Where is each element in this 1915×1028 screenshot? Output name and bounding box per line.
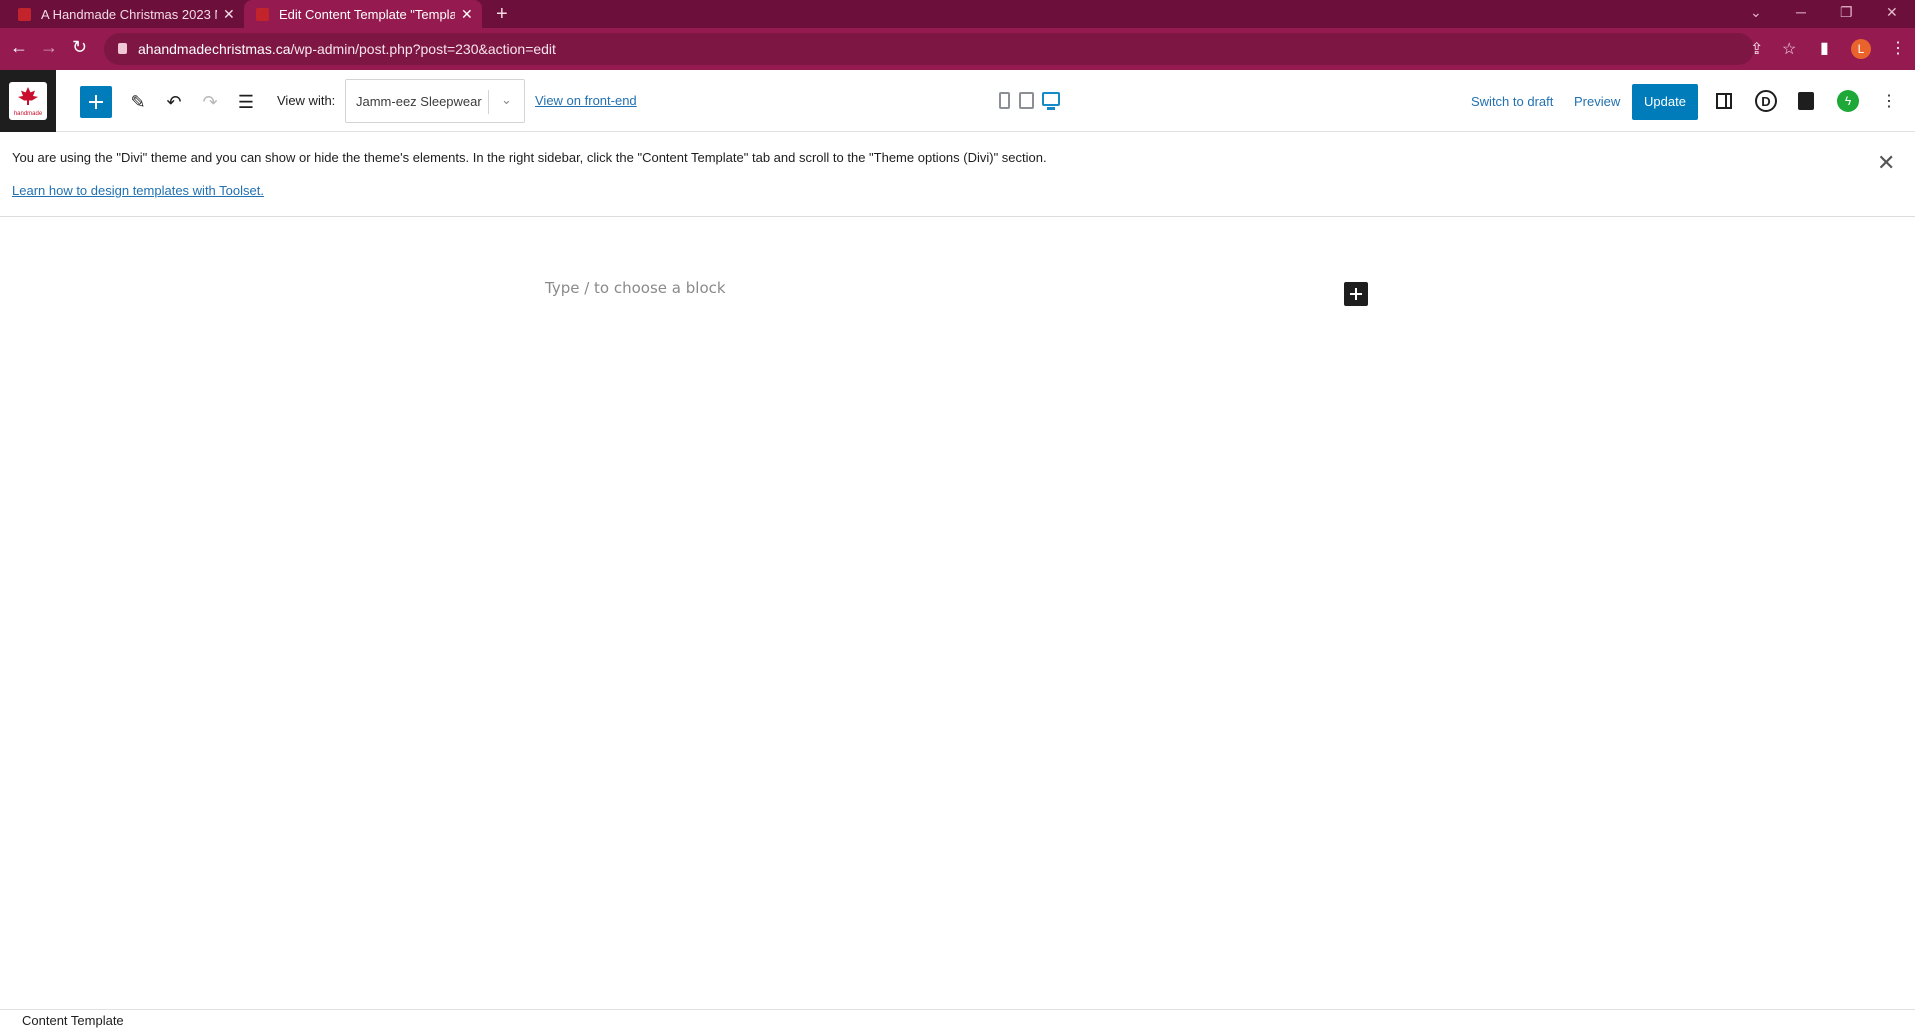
- restore-icon[interactable]: ❐: [1840, 4, 1853, 21]
- site-favicon-icon: [18, 7, 31, 21]
- minimize-icon[interactable]: ─: [1796, 4, 1806, 20]
- edit-pencil-icon[interactable]: ✎: [126, 90, 150, 114]
- preview-button[interactable]: Preview: [1574, 94, 1620, 109]
- url-text: ahandmadechristmas.ca/wp-admin/post.php?…: [138, 41, 556, 57]
- desktop-preview-icon[interactable]: [1042, 92, 1060, 110]
- browser-menu-icon[interactable]: ⋮: [1890, 38, 1906, 58]
- select-separator: [488, 90, 489, 114]
- divi-icon[interactable]: D: [1755, 90, 1777, 112]
- mobile-preview-icon[interactable]: [999, 92, 1010, 109]
- site-logo-text: handmade: [13, 111, 43, 117]
- undo-icon[interactable]: ↶: [162, 90, 186, 114]
- reload-icon[interactable]: ↻: [72, 37, 87, 58]
- block-placeholder[interactable]: Type / to choose a block: [545, 279, 726, 297]
- editor-header: handmade ✎ ↶ ↷ ☰ View with: Jamm-eez Sle…: [0, 70, 1915, 132]
- settings-sidebar-icon[interactable]: [1716, 93, 1732, 109]
- notice-text: You are using the "Divi" theme and you c…: [12, 150, 1047, 165]
- close-window-icon[interactable]: ✕: [1886, 4, 1898, 21]
- address-bar[interactable]: ahandmadechristmas.ca/wp-admin/post.php?…: [104, 33, 1796, 65]
- view-on-front-end-link[interactable]: View on front-end: [535, 93, 637, 108]
- options-menu-icon[interactable]: ⋮: [1877, 89, 1901, 113]
- chevron-down-icon: ⌄: [501, 92, 512, 107]
- add-block-button[interactable]: [1344, 282, 1368, 306]
- bookmark-star-icon[interactable]: ☆: [1782, 39, 1796, 59]
- back-icon[interactable]: ←: [10, 37, 28, 58]
- bolt-icon[interactable]: ϟ: [1837, 90, 1859, 112]
- profile-avatar[interactable]: L: [1851, 39, 1871, 59]
- view-with-select[interactable]: Jamm-eez Sleepwear ⌄: [345, 79, 525, 123]
- tab-close-icon[interactable]: ✕: [461, 6, 473, 23]
- view-with-label: View with:: [277, 93, 336, 108]
- view-with-value: Jamm-eez Sleepwear: [356, 94, 482, 109]
- forward-icon[interactable]: →: [40, 37, 58, 58]
- theme-notice: You are using the "Divi" theme and you c…: [0, 132, 1915, 217]
- maple-leaf-icon: [18, 87, 38, 105]
- tab-title: A Handmade Christmas 2023 Ma: [41, 6, 217, 22]
- redo-icon[interactable]: ↷: [198, 90, 222, 114]
- side-panel-icon[interactable]: ▮: [1820, 38, 1829, 58]
- tab-title: Edit Content Template "Template: [279, 6, 455, 22]
- site-logo-image: handmade: [9, 82, 47, 120]
- list-view-icon[interactable]: ☰: [234, 90, 258, 114]
- browser-tab-active[interactable]: Edit Content Template "Template ✕: [244, 0, 482, 28]
- lock-icon: [118, 43, 127, 54]
- switch-to-draft-button[interactable]: Switch to draft: [1471, 94, 1553, 109]
- browser-tab[interactable]: A Handmade Christmas 2023 Ma ✕: [18, 0, 238, 28]
- site-favicon-icon: [256, 7, 269, 21]
- calendar-icon[interactable]: [1798, 92, 1814, 110]
- browser-tab-strip: A Handmade Christmas 2023 Ma ✕ Edit Cont…: [0, 0, 1915, 28]
- close-icon[interactable]: ✕: [1877, 150, 1895, 176]
- share-icon[interactable]: ⇪: [1750, 39, 1763, 59]
- block-inserter-button[interactable]: [80, 86, 112, 118]
- update-button[interactable]: Update: [1632, 84, 1698, 120]
- toolset-help-link[interactable]: Learn how to design templates with Tools…: [12, 183, 264, 198]
- tab-close-icon[interactable]: ✕: [223, 6, 235, 23]
- editor-footer: Content Template: [0, 1009, 1915, 1028]
- tab-search-icon[interactable]: ⌄: [1750, 4, 1762, 21]
- new-tab-button[interactable]: +: [496, 3, 508, 26]
- browser-toolbar: ← → ↻ ahandmadechristmas.ca/wp-admin/pos…: [0, 28, 1915, 70]
- site-logo[interactable]: handmade: [0, 70, 56, 132]
- tablet-preview-icon[interactable]: [1019, 92, 1034, 109]
